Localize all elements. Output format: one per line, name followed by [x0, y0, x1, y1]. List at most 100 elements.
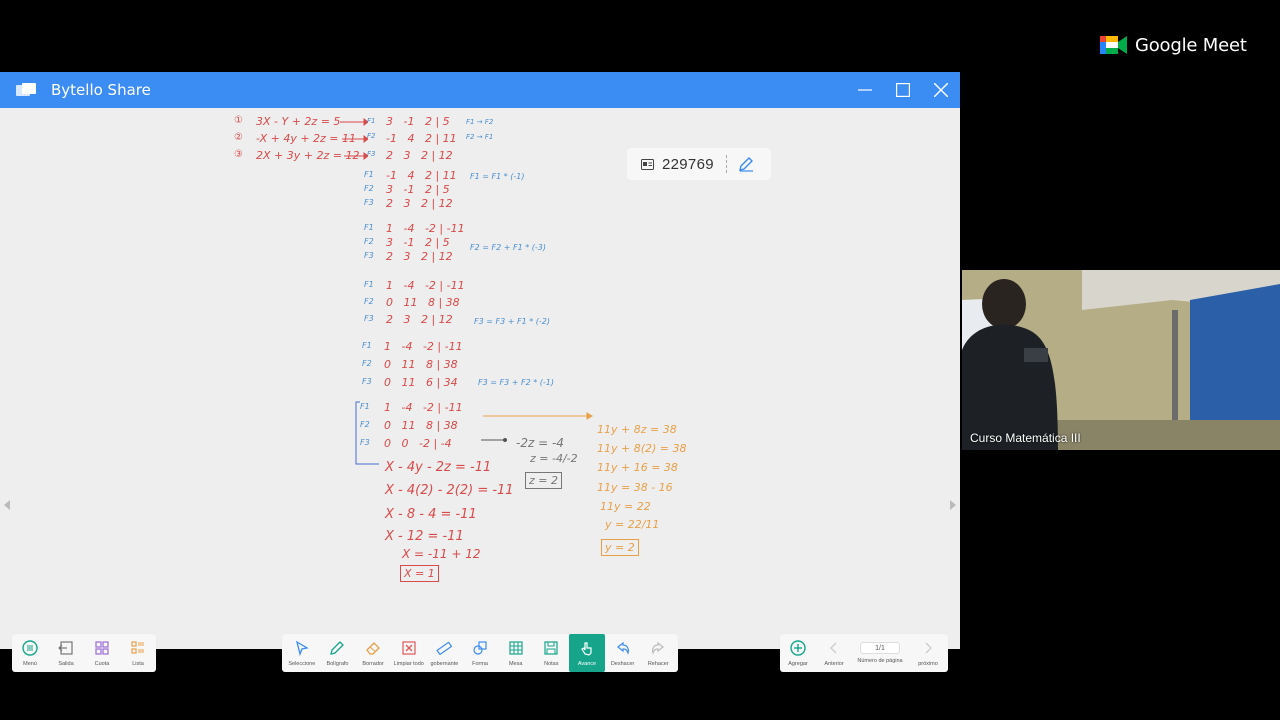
exit-button[interactable]: Salida [48, 634, 84, 672]
meet-stage: Google Meet Bytello Share ① 3X - Y + 2z … [0, 0, 1280, 720]
x-step: X - 8 - 4 = -11 [385, 507, 477, 522]
next-page-button[interactable]: próximo [908, 634, 948, 672]
notes-tool-button[interactable]: Notas [533, 634, 569, 672]
row-operation: F3 = F3 + F1 * (-2) [474, 317, 550, 326]
y-step: 11y + 16 = 38 [597, 461, 678, 474]
chevron-left-icon [830, 642, 837, 654]
bytello-share-window: Bytello Share ① 3X - Y + 2z = 5 ② -X + 4… [0, 72, 960, 672]
matrix-row: 0 11 8 | 38 [384, 358, 458, 371]
maximize-icon [896, 83, 910, 97]
matrix-row: 2 3 2 | 12 [386, 250, 453, 263]
eraser-tool-button[interactable]: Borrador [355, 634, 391, 672]
code-divider [725, 155, 727, 173]
x-step: X - 4y - 2z = -11 [385, 460, 492, 475]
eraser-icon [366, 642, 381, 655]
tool-label: gobernante [430, 661, 459, 667]
y-step: y = 22/11 [605, 518, 660, 531]
menu-button[interactable]: Menú [12, 634, 48, 672]
row-label: F2 [367, 132, 376, 140]
table-tool-button[interactable]: Mesa [498, 634, 534, 672]
y-step: 11y = 22 [600, 500, 651, 513]
next-label: próximo [918, 661, 938, 667]
right-side-arrow-icon[interactable] [950, 500, 958, 512]
window-title: Bytello Share [51, 81, 151, 99]
shape-tool-button[interactable]: Forma [462, 634, 498, 672]
tool-label: Bolígrafo [326, 661, 349, 667]
tool-label: Rehacer [647, 661, 669, 667]
close-button[interactable] [922, 72, 960, 108]
google-meet-brand: Google Meet [1100, 34, 1247, 56]
row-label: F2 [364, 237, 374, 246]
menu-icon [22, 640, 38, 656]
matrix-row: 1 -4 -2 | -11 [384, 340, 463, 353]
eq-number: ② [234, 132, 243, 143]
add-label: Agregar [788, 661, 808, 667]
matrix-row: 1 -4 -2 | -11 [386, 279, 465, 292]
google-meet-logo-icon [1100, 36, 1127, 54]
redo-button[interactable]: Rehacer [640, 634, 676, 672]
y-result-box: y = 2 [601, 539, 639, 556]
matrix-row: 3 -1 2 | 5 [386, 183, 450, 196]
tool-label: Deshacer [610, 661, 635, 667]
share-button[interactable]: Cuota [84, 634, 120, 672]
left-side-arrow-icon[interactable] [4, 500, 12, 512]
row-operation: F2 → F1 [466, 133, 494, 141]
x-step: X - 12 = -11 [385, 529, 464, 544]
matrix-row: -1 4 2 | 11 [386, 169, 457, 182]
row-operation: F1 = F1 * (-1) [470, 172, 525, 181]
pen-icon [330, 641, 345, 655]
participant-video-tile[interactable]: Curso Matemática III [962, 270, 1280, 450]
eq-number: ③ [234, 149, 243, 160]
minimize-icon [858, 89, 872, 91]
matrix-row: 2 3 2 | 12 [386, 197, 453, 210]
id-card-icon [641, 158, 654, 170]
classroom-video-scene [962, 270, 1280, 450]
ruler-tool-button[interactable]: gobernante [427, 634, 463, 672]
row-label: F1 [367, 117, 376, 125]
shape-icon [473, 641, 487, 655]
list-button[interactable]: Lista [120, 634, 156, 672]
table-icon [509, 641, 523, 655]
matrix-row: 2 3 2 | 12 [386, 313, 453, 326]
matrix-row: 1 -4 -2 | -11 [386, 222, 465, 235]
add-page-button[interactable]: Agregar [780, 634, 816, 672]
y-step: 11y + 8z = 38 [597, 423, 677, 436]
previous-page-button[interactable]: Anterior [816, 634, 852, 672]
edit-icon[interactable] [737, 155, 755, 173]
left-toolbar: Menú Salida Cuota Lista [12, 634, 156, 672]
row-label: F2 [364, 184, 374, 193]
select-tool-button[interactable]: Seleccione [284, 634, 320, 672]
row-label: F1 [362, 341, 372, 350]
matrix-row: 3 -1 2 | 5 [386, 115, 450, 128]
row-label: F3 [364, 314, 374, 323]
share-grid-icon [95, 641, 109, 655]
x-step: X = -11 + 12 [402, 547, 481, 561]
page-number-label: Número de página [857, 658, 903, 664]
maximize-button[interactable] [884, 72, 922, 108]
pointer-tool-button[interactable]: Avance [569, 634, 605, 672]
undo-button[interactable]: Deshacer [605, 634, 641, 672]
tool-label: Notas [544, 661, 559, 667]
redo-icon [652, 641, 665, 655]
tool-label: Forma [472, 661, 488, 667]
notes-icon [544, 641, 558, 655]
hand-pointer-icon [581, 642, 592, 656]
session-code: 229769 [662, 155, 714, 173]
page-number[interactable]: 1/1 Número de página [852, 634, 908, 672]
clear-all-button[interactable]: Limpiar todo [391, 634, 427, 672]
undo-icon [616, 641, 629, 655]
row-label: F3 [364, 198, 374, 207]
minimize-button[interactable] [846, 72, 884, 108]
list-icon [131, 641, 144, 654]
x-result-box: X = 1 [400, 565, 439, 582]
z-step: z = -4/-2 [530, 452, 578, 465]
select-icon [295, 640, 309, 656]
z-step: -2z = -4 [516, 436, 564, 450]
row-label: F3 [362, 377, 372, 386]
google-meet-label: Google Meet [1135, 34, 1247, 56]
x-step: X - 4(2) - 2(2) = -11 [385, 483, 514, 498]
pen-tool-button[interactable]: Bolígrafo [320, 634, 356, 672]
share-label: Cuota [94, 661, 110, 667]
tool-label: Borrador [362, 661, 384, 667]
whiteboard-canvas[interactable]: ① 3X - Y + 2z = 5 ② -X + 4y + 2z = 11 ③ … [0, 108, 960, 672]
